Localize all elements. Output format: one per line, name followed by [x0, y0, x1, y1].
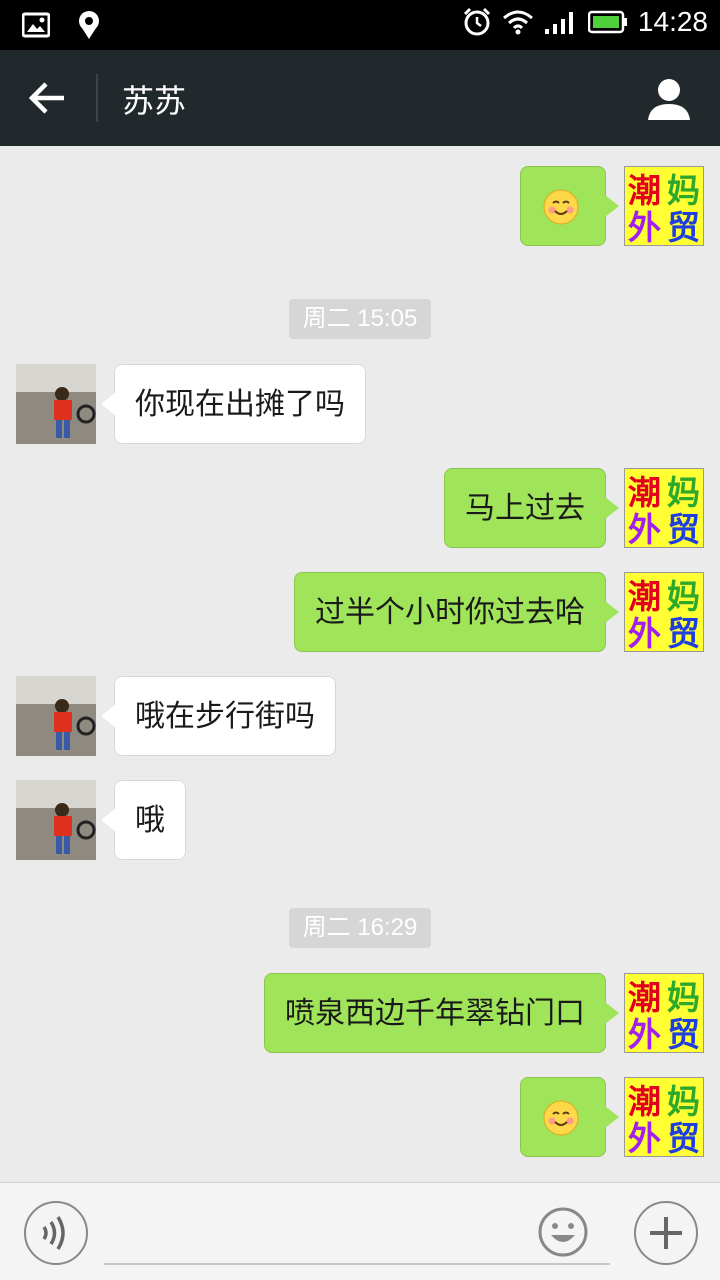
svg-text:贸: 贸 [667, 1119, 700, 1157]
wifi-icon [502, 10, 533, 35]
smile-emoji-icon [543, 1100, 579, 1136]
my-message-bubble[interactable]: 喷泉西边千年翠钻门口 [264, 973, 619, 1053]
my-message-bubble[interactable] [520, 166, 619, 246]
my-avatar[interactable]: 潮 妈 外 贸 [624, 468, 704, 548]
svg-text:潮: 潮 [628, 171, 661, 210]
my-avatar[interactable]: 潮 妈 外 贸 [624, 166, 704, 246]
svg-text:外: 外 [628, 208, 661, 246]
battery-icon [587, 10, 627, 34]
message-input[interactable] [104, 1199, 610, 1265]
contact-avatar[interactable] [16, 364, 96, 444]
my-avatar[interactable]: 潮 妈 外 贸 [624, 1077, 704, 1157]
status-bar: 14:28 [0, 0, 720, 50]
svg-text:妈: 妈 [667, 978, 700, 1017]
header-divider [96, 74, 98, 122]
svg-text:外: 外 [628, 1119, 661, 1157]
svg-text:外: 外 [628, 1015, 661, 1053]
svg-text:贸: 贸 [667, 208, 700, 246]
my-avatar[interactable]: 潮 妈 外 贸 [624, 973, 704, 1053]
alarm-icon [463, 7, 490, 36]
voice-button[interactable] [24, 1201, 88, 1265]
message-list[interactable]: 潮 妈 外 贸 周二 15:05 你现在出摊了吗 马上过去 潮 妈 外 贸 过半… [0, 146, 720, 1182]
svg-text:妈: 妈 [667, 473, 700, 512]
contact-name: 苏苏 [122, 82, 187, 120]
input-bar [0, 1182, 720, 1280]
my-message-bubble[interactable]: 过半个小时你过去哈 [294, 572, 619, 652]
svg-text:贸: 贸 [667, 510, 700, 548]
my-message-bubble[interactable]: 马上过去 [444, 468, 619, 548]
chat-header: 苏苏 [0, 50, 720, 146]
my-message-bubble[interactable] [520, 1077, 619, 1157]
svg-text:潮: 潮 [628, 1082, 661, 1121]
person-icon[interactable] [646, 76, 692, 122]
their-message-bubble[interactable]: 你现在出摊了吗 [101, 364, 366, 444]
svg-text:妈: 妈 [667, 1082, 700, 1121]
svg-text:外: 外 [628, 614, 661, 652]
contact-avatar[interactable] [16, 780, 96, 860]
status-time: 14:28 [637, 6, 708, 37]
svg-text:贸: 贸 [667, 614, 700, 652]
location-notification-icon [79, 11, 99, 39]
svg-text:潮: 潮 [628, 577, 661, 616]
their-message-bubble[interactable]: 哦 [101, 780, 186, 860]
emoji-icon[interactable] [538, 1207, 588, 1257]
timestamp: 周二 15:05 [0, 299, 720, 339]
svg-text:妈: 妈 [667, 171, 700, 210]
contact-avatar[interactable] [16, 676, 96, 756]
svg-text:外: 外 [628, 510, 661, 548]
svg-text:潮: 潮 [628, 978, 661, 1017]
their-message-bubble[interactable]: 哦在步行街吗 [101, 676, 336, 756]
voice-icon [42, 1216, 65, 1250]
svg-text:潮: 潮 [628, 473, 661, 512]
timestamp: 周二 16:29 [0, 908, 720, 948]
signal-icon [544, 12, 573, 34]
arrow-left-icon[interactable] [24, 74, 72, 122]
svg-text:贸: 贸 [667, 1015, 700, 1053]
smile-emoji-icon [543, 189, 579, 225]
my-avatar[interactable]: 潮 妈 外 贸 [624, 572, 704, 652]
plus-icon [650, 1217, 682, 1249]
plus-button[interactable] [634, 1201, 698, 1265]
image-notification-icon [22, 12, 50, 38]
svg-text:妈: 妈 [667, 577, 700, 616]
